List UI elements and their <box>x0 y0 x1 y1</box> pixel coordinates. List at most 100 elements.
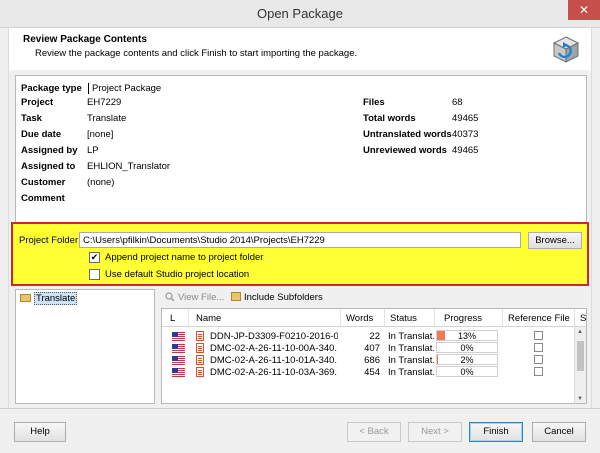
folder-icon <box>231 292 241 301</box>
column-header-status[interactable]: Status <box>390 313 417 324</box>
package-type-label: Package type <box>21 83 82 94</box>
project-label: Project <box>21 97 54 108</box>
table-row[interactable]: DMC-02-A-26-11-10-00A-340... 407 In Tran… <box>162 342 574 354</box>
customer-label: Customer <box>21 177 66 188</box>
file-status: In Translat... <box>388 343 434 354</box>
page-title: Review Package Contents <box>23 34 147 45</box>
untranslated-words-label: Untranslated words <box>363 129 452 140</box>
file-status: In Translat... <box>388 355 434 366</box>
file-tree: Translate <box>15 289 155 404</box>
tree-node-label: Translate <box>34 292 78 305</box>
reference-file-checkbox[interactable] <box>534 331 543 340</box>
assigned-to-label: Assigned to <box>21 161 76 172</box>
comment-label: Comment <box>21 193 65 204</box>
progress-text: 0% <box>460 367 474 377</box>
progress-bar: 2% <box>436 354 498 365</box>
file-name: DMC-02-A-26-11-10-01A-340... <box>210 355 338 366</box>
column-divider <box>434 309 435 327</box>
close-button[interactable]: ✕ <box>568 0 600 20</box>
browse-button[interactable]: Browse... <box>528 232 582 249</box>
file-name: DMC-02-A-26-11-10-03A-369... <box>210 367 338 378</box>
view-file-label: View File... <box>178 292 225 303</box>
html-file-icon <box>196 331 204 341</box>
column-divider <box>384 309 385 327</box>
html-file-icon <box>196 367 204 377</box>
us-flag-icon <box>172 344 185 353</box>
project-folder-panel: Project Folder: C:\Users\pfilkin\Documen… <box>11 222 589 286</box>
reference-file-checkbox[interactable] <box>534 367 543 376</box>
text-caret <box>88 83 89 94</box>
back-button[interactable]: < Back <box>347 422 401 442</box>
view-file-button[interactable]: View File... <box>165 292 224 303</box>
file-words: 686 <box>364 355 380 366</box>
append-project-name-label: Append project name to project folder <box>105 252 264 263</box>
progress-text: 13% <box>457 331 476 341</box>
assigned-to-value: EHLION_Translator <box>87 161 171 172</box>
file-name: DDN-JP-D3309-F0210-2016-0... <box>210 331 338 342</box>
scroll-down-arrow-icon[interactable]: ▼ <box>577 396 583 402</box>
due-date-value: [none] <box>87 129 114 140</box>
help-button[interactable]: Help <box>14 422 66 442</box>
folder-icon <box>20 294 31 302</box>
scrollbar-thumb[interactable] <box>577 341 584 371</box>
file-words: 454 <box>364 367 380 378</box>
tree-node-translate[interactable]: Translate <box>20 292 78 305</box>
unreviewed-words-value: 49465 <box>452 145 479 156</box>
column-divider <box>502 309 503 327</box>
assigned-by-label: Assigned by <box>21 145 78 156</box>
column-header-progress[interactable]: Progress <box>444 313 482 324</box>
file-name: DMC-02-A-26-11-10-00A-340... <box>210 343 338 354</box>
html-file-icon <box>196 355 204 365</box>
project-folder-input[interactable]: C:\Users\pfilkin\Documents\Studio 2014\P… <box>79 232 521 248</box>
project-folder-label: Project Folder: <box>19 235 81 246</box>
table-header: L Name Words Status Progress Reference F… <box>162 309 586 327</box>
reference-file-checkbox[interactable] <box>534 343 543 352</box>
column-divider <box>574 309 575 327</box>
wizard-body: Package type Project Package Project EH7… <box>8 70 592 408</box>
reference-file-checkbox[interactable] <box>534 355 543 364</box>
file-words: 407 <box>364 343 380 354</box>
column-divider <box>340 309 341 327</box>
file-words: 22 <box>369 331 380 342</box>
html-file-icon <box>196 343 204 353</box>
progress-bar: 13% <box>436 330 498 341</box>
total-words-value: 49465 <box>452 113 479 124</box>
wizard-footer: Help < Back Next > Finish Cancel <box>0 408 600 453</box>
untranslated-words-value: 40373 <box>452 129 479 140</box>
table-row[interactable]: DMC-02-A-26-11-10-01A-340... 686 In Tran… <box>162 354 574 366</box>
package-type-value: Project Package <box>92 83 162 94</box>
cancel-button[interactable]: Cancel <box>532 422 586 442</box>
append-project-name-checkbox[interactable]: ✔ <box>89 252 100 263</box>
column-header-name[interactable]: Name <box>196 313 221 324</box>
us-flag-icon <box>172 356 185 365</box>
include-subfolders-label: Include Subfolders <box>244 292 323 303</box>
finish-button[interactable]: Finish <box>469 422 523 442</box>
include-subfolders-button[interactable]: Include Subfolders <box>231 292 323 303</box>
title-bar: Open Package ✕ <box>0 0 600 28</box>
column-header-reference-file[interactable]: Reference File <box>508 313 570 324</box>
files-value: 68 <box>452 97 463 108</box>
table-row[interactable]: DDN-JP-D3309-F0210-2016-0... 22 In Trans… <box>162 330 574 342</box>
progress-text: 0% <box>460 343 474 353</box>
column-header-language[interactable]: L <box>170 313 175 324</box>
progress-bar: 0% <box>436 366 498 377</box>
column-header-words[interactable]: Words <box>346 313 373 324</box>
column-divider <box>188 309 189 327</box>
scroll-up-arrow-icon[interactable]: ▲ <box>577 329 583 335</box>
progress-bar: 0% <box>436 342 498 353</box>
progress-text: 2% <box>460 355 474 365</box>
next-button[interactable]: Next > <box>408 422 462 442</box>
files-label: Files <box>363 97 385 108</box>
vertical-scrollbar[interactable]: ▲ ▼ <box>574 327 586 403</box>
file-toolbar: View File... Include Subfolders <box>161 290 587 306</box>
column-header-s[interactable]: S <box>580 313 586 324</box>
table-row[interactable]: DMC-02-A-26-11-10-03A-369... 454 In Tran… <box>162 366 574 378</box>
us-flag-icon <box>172 368 185 377</box>
assigned-by-value: LP <box>87 145 99 156</box>
use-default-location-checkbox[interactable] <box>89 269 100 280</box>
task-label: Task <box>21 113 42 124</box>
files-table: L Name Words Status Progress Reference F… <box>161 308 587 404</box>
total-words-label: Total words <box>363 113 416 124</box>
window-title: Open Package <box>256 6 343 21</box>
unreviewed-words-label: Unreviewed words <box>363 145 447 156</box>
